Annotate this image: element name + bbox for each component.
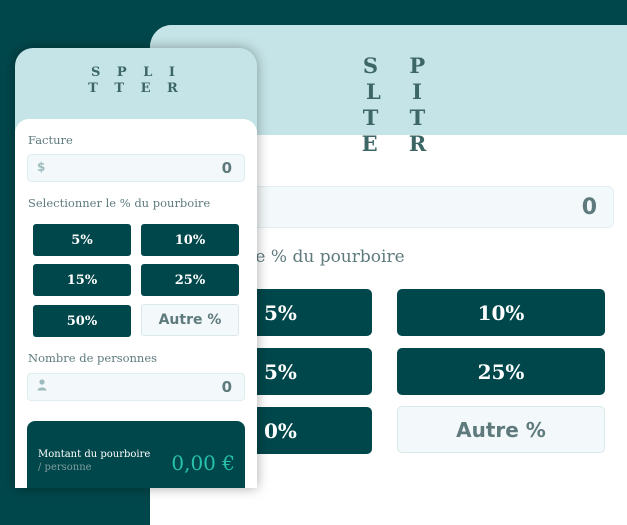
background-tip-label: le % du pourboire xyxy=(250,247,405,267)
tip-10-button[interactable]: 10% xyxy=(141,224,239,256)
bill-input[interactable]: $ 0 xyxy=(27,154,245,182)
person-icon-svg xyxy=(37,379,47,391)
calculator-panel: Facture $ 0 Selectionner le % du pourboi… xyxy=(15,119,257,488)
tip-15-button[interactable]: 15% xyxy=(33,264,131,296)
per-person-label: / personne xyxy=(38,462,92,473)
tip-amount-label: Montant du pourboire xyxy=(38,449,151,460)
people-input[interactable]: 0 xyxy=(27,373,245,401)
people-value: 0 xyxy=(221,378,232,396)
app-title: S P L I T T E R xyxy=(88,65,184,96)
bill-value: 0 xyxy=(221,159,232,177)
background-app-title: S P L I T T E R xyxy=(361,53,439,156)
tip-amount-value: 0,00 € xyxy=(171,451,235,475)
tip-5-button[interactable]: 5% xyxy=(33,224,131,256)
custom-tip-button[interactable]: Autre % xyxy=(141,304,239,336)
background-tip-10-button[interactable]: 10% xyxy=(397,289,605,336)
splitter-card: S P L I T T E R Facture $ 0 Selectionner… xyxy=(15,48,257,488)
background-bill-input[interactable]: 0 xyxy=(234,186,614,228)
dollar-icon: $ xyxy=(37,160,46,174)
bill-label: Facture xyxy=(28,133,73,147)
tip-50-button[interactable]: 50% xyxy=(33,305,131,337)
tip-25-button[interactable]: 25% xyxy=(141,264,239,296)
background-tip-25-button[interactable]: 25% xyxy=(397,348,605,395)
person-icon xyxy=(37,379,47,394)
tip-label: Selectionner le % du pourboire xyxy=(28,196,211,210)
people-label: Nombre de personnes xyxy=(28,351,158,365)
background-custom-tip-button[interactable]: Autre % xyxy=(397,406,605,453)
result-panel: Montant du pourboire / personne 0,00 € xyxy=(27,421,245,488)
